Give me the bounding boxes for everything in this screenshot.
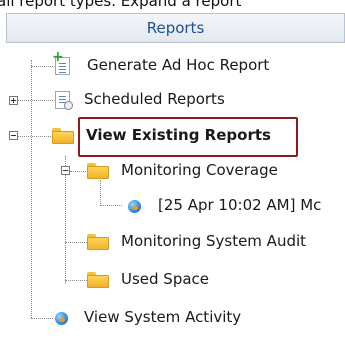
tree-connector <box>70 171 86 172</box>
tree-item-monitoring-coverage[interactable]: Monitoring Coverage <box>121 161 278 179</box>
activity-globe-icon <box>55 312 68 325</box>
tree-connector <box>18 100 53 101</box>
tree-item-view-system-activity[interactable]: View System Activity <box>84 308 241 326</box>
clock-icon <box>64 101 73 110</box>
tree-item-report-instance[interactable]: [25 Apr 10:02 AM] Mc <box>158 196 321 214</box>
tree-item-monitoring-system-audit[interactable]: Monitoring System Audit <box>121 232 306 250</box>
collapse-toggle-view-existing-reports[interactable] <box>9 131 18 140</box>
folder-icon <box>52 128 74 144</box>
tree-connector-subsub <box>100 180 101 206</box>
tree-item-generate-ad-hoc-report[interactable]: Generate Ad Hoc Report <box>87 56 269 74</box>
reports-tree: + Generate Ad Hoc Report Scheduled Repor… <box>0 0 345 354</box>
tree-connector <box>65 242 87 243</box>
tree-connector-main <box>31 60 32 318</box>
folder-icon <box>87 234 109 250</box>
tree-connector <box>31 318 53 319</box>
add-badge-icon: + <box>52 49 64 65</box>
new-report-document-icon: + <box>52 50 70 75</box>
tree-connector <box>18 136 53 137</box>
tree-connector <box>65 280 87 281</box>
tree-connector-sub <box>65 156 66 284</box>
report-globe-icon <box>128 200 141 213</box>
expand-toggle-scheduled-reports[interactable] <box>9 96 18 105</box>
tree-connector <box>100 205 122 206</box>
tree-item-scheduled-reports[interactable]: Scheduled Reports <box>84 90 225 108</box>
tree-item-used-space[interactable]: Used Space <box>121 270 209 288</box>
folder-icon <box>87 272 109 288</box>
tree-connector <box>31 66 53 67</box>
highlight-box <box>78 117 298 157</box>
collapse-toggle-monitoring-coverage[interactable] <box>61 166 70 175</box>
folder-icon <box>87 163 109 179</box>
